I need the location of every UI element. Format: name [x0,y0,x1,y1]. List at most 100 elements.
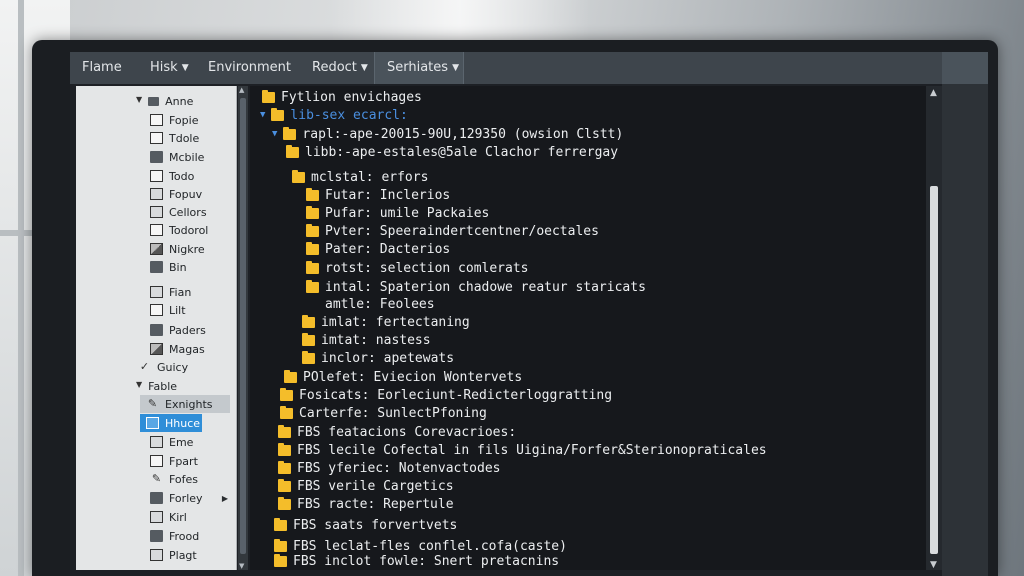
background-light [330,0,590,40]
box-icon [150,549,163,561]
folder-icon [306,187,319,201]
sidebar-item-label: Mcbile [169,150,205,164]
sidebar-item-nigkre[interactable]: Nigkre [150,240,205,258]
image-icon [150,343,163,355]
content-scrollbar-thumb[interactable] [930,186,938,554]
right-panel-header [942,52,988,84]
sidebar-item-fopie[interactable]: Fopie [150,111,198,129]
sidebar-item-tdole[interactable]: Tdole [150,129,199,147]
scroll-down-icon[interactable]: ▼ [239,562,244,570]
sidebar-item-label: Paders [169,323,206,337]
folder-icon [150,492,163,504]
sidebar-item-todorol[interactable]: Todorol [150,221,208,239]
sidebar-item-label: Fofes [169,472,199,486]
tree-row[interactable]: Pufar: umile Packaies [306,204,489,222]
menu-hisk[interactable]: Hisk ▼ [138,52,196,84]
sidebar-item-lilt[interactable]: Lilt [150,301,186,319]
folder-icon [278,496,291,510]
sidebar-item-label: Guicy [157,360,189,374]
tree-row[interactable]: Futar: Inclerios [306,186,450,204]
tree-row-text: FBS inclot fowle: Snert pretacnins [293,553,560,569]
tree-row-text: FBS yferiec: Notenvactodes [297,460,501,476]
sidebar-item-guicy[interactable]: ✓ Guicy [138,358,188,376]
sidebar-item-fian[interactable]: Fian [150,283,191,301]
sidebar-item-label: Nigkre [169,242,205,256]
box-icon [150,188,163,200]
sidebar-item-fpart[interactable]: Fpart [150,452,198,470]
folder-icon [274,517,287,531]
tree-row[interactable]: Fosicats: Eorleciunt-Redicterloggratting [280,386,612,404]
tree-row[interactable]: FBS featacions Corevacrioes: [278,423,516,441]
content-scrollbar[interactable]: ▲ ▼ [926,86,942,570]
box-icon [150,436,163,448]
tree-row[interactable]: amtle: Feolees [325,295,435,313]
tree-row-text: amtle: Feolees [325,296,435,312]
sidebar-item-label: Tdole [169,131,200,145]
sidebar-item-hhuce[interactable]: Hhuce [140,414,202,432]
scroll-up-icon[interactable]: ▲ [239,86,244,94]
sidebar-item-paders[interactable]: Paders [150,321,206,339]
tree-row[interactable]: FBS saats forvertvets [274,516,457,534]
folder-icon [306,260,319,274]
tree-row[interactable]: FBS lecile Cofectal in fils Uigina/Forfe… [278,441,767,459]
tree-row[interactable]: Pater: Dacterios [306,240,450,258]
tree-row[interactable]: Fytlion envichages [262,88,422,106]
sidebar-item-mcbile[interactable]: Mcbile [150,148,204,166]
tree-row[interactable]: libb:-ape-estales@5ale Clachor ferrergay [286,143,618,161]
tree-row-text: Fytlion envichages [281,89,422,105]
sidebar-item-todo[interactable]: Todo [150,167,194,185]
tree-row[interactable]: inclor: apetewats [302,349,454,367]
box-icon [150,286,163,298]
sidebar-item-fofes[interactable]: ✎ Fofes [150,470,198,488]
menu-environment[interactable]: Environment [196,52,300,84]
chevron-down-icon: ▼ [260,110,266,120]
sidebar-item-fopuv[interactable]: Fopuv [150,185,202,203]
folder-icon [284,369,297,383]
tree-row[interactable]: POlefet: Eviecion Wontervets [284,368,522,386]
sidebar-item-kirl[interactable]: Kirl [150,508,187,526]
tree-row[interactable]: mclstal: erfors [292,168,428,186]
sidebar-scrollbar-thumb[interactable] [240,98,246,554]
sidebar-item-label: Fable [148,379,178,393]
sidebar-scrollbar[interactable]: ▲ ▼ [238,86,248,570]
tree-row[interactable]: FBS verile Cargetics [278,477,454,495]
sidebar-item-exnights[interactable]: ✎ Exnights [140,395,230,413]
tree-row[interactable]: intal: Spaterion chadowe reatur staricat… [306,278,646,296]
tree-row[interactable]: ▼ lib-sex ecarcl: [260,106,408,124]
tree-row-text: Carterfe: SunlectPfoning [299,405,487,421]
tree-row[interactable]: rotst: selection comlerats [306,259,529,277]
box-icon [150,511,163,523]
menu-redoct[interactable]: Redoct ▼ [300,52,374,84]
tree-row[interactable]: FBS inclot fowle: Snert pretacnins [274,552,559,570]
folder-icon [150,151,163,163]
tree-row[interactable]: ▼ rapl:-ape-20015-90U,129350 (owsion Cls… [272,125,623,143]
folder-icon [302,314,315,328]
sidebar-item-anne[interactable]: ▼ Anne [136,92,193,110]
scroll-down-icon[interactable]: ▼ [930,560,937,570]
sidebar-item-plagt[interactable]: Plagt [150,546,197,564]
sidebar-item-fable[interactable]: ▼ Fable [136,377,177,395]
menu-flame[interactable]: Flame [70,52,138,84]
tree-row-text: FBS saats forvertvets [293,517,458,533]
sidebar-item-eme[interactable]: Eme [150,433,193,451]
tree-row[interactable]: FBS yferiec: Notenvactodes [278,459,501,477]
folder-icon [306,205,319,219]
scroll-up-icon[interactable]: ▲ [930,88,937,98]
tree-row[interactable]: imlat: fertectaning [302,313,470,331]
tree-row[interactable]: imtat: nastess [302,331,431,349]
tree-row-text: FBS lecile Cofectal in fils Uigina/Forfe… [297,442,767,458]
tree-row-text: Futar: Inclerios [325,187,451,203]
tree-row[interactable]: Pvter: Speeraindertcentner/oectales [306,222,599,240]
menu-serhiates[interactable]: Serhiates ▼ [374,52,464,84]
monitor: Flame Hisk ▼ Environment Redoct ▼ Serhia… [32,40,998,576]
tree-row[interactable]: Carterfe: SunlectPfoning [280,404,487,422]
sidebar-item-forley[interactable]: Forley ▶ [150,489,234,507]
sidebar-item-bin[interactable]: Bin [150,258,187,276]
tree-row[interactable]: FBS racte: Repertule [278,495,454,513]
sidebar-item-frood[interactable]: Frood [150,527,199,545]
folder-icon [278,424,291,438]
tree-row-text: Pufar: umile Packaies [325,205,490,221]
sidebar-item-cellors[interactable]: Cellors [150,203,207,221]
sidebar-item-magas[interactable]: Magas [150,340,205,358]
sidebar-item-label: Eme [169,435,194,449]
